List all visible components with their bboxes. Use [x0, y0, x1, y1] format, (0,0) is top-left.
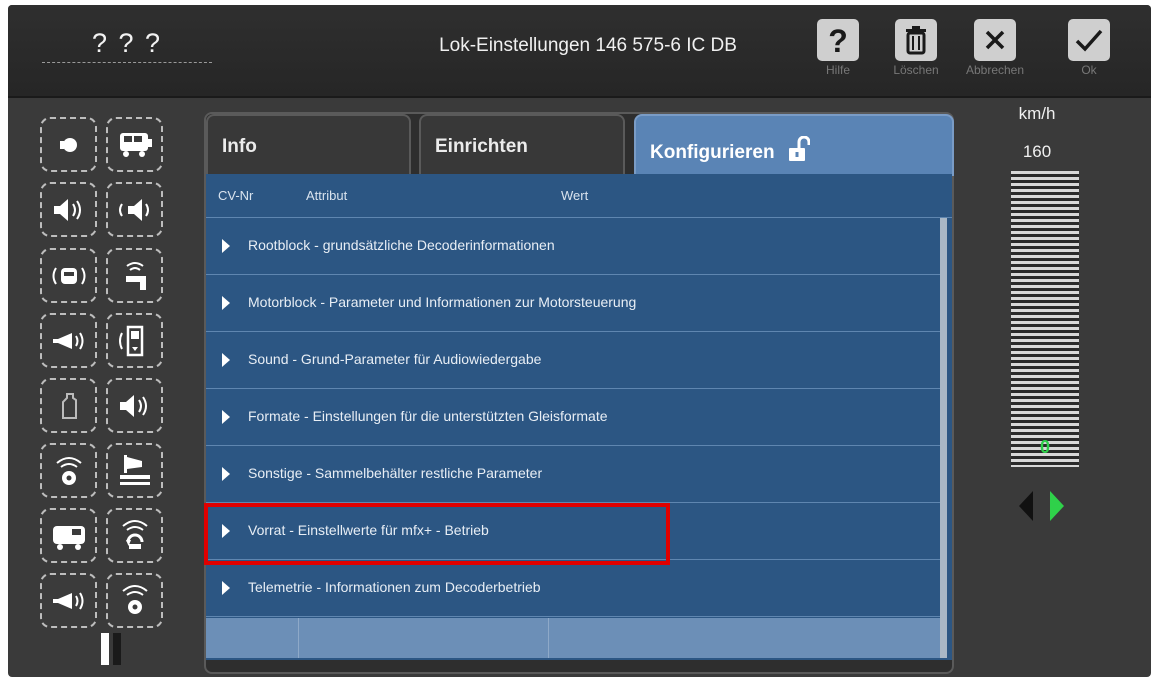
header-bar: ? ? ? Lok-Einstellungen 146 575-6 IC DB … [8, 5, 1151, 98]
table-row-rootblock[interactable]: Rootblock - grundsätzliche Decoderinform… [206, 218, 941, 275]
function-horn-button[interactable] [40, 313, 97, 368]
delete-label: Löschen [893, 63, 939, 77]
horn-icon [52, 331, 83, 350]
row-label: Motorblock - Parameter und Informationen… [248, 294, 637, 310]
function-sound-reverse-button[interactable] [106, 182, 163, 237]
function-announcement-button[interactable] [106, 378, 163, 433]
tab-einrichten[interactable]: Einrichten [419, 114, 625, 176]
function-page-indicator[interactable] [101, 633, 131, 665]
speed-max-label: 160 [1022, 142, 1052, 161]
app-frame: ? ? ? Lok-Einstellungen 146 575-6 IC DB … [8, 5, 1151, 677]
row-label: Sound - Grund-Parameter für Audiowiederg… [248, 351, 542, 367]
table-row-formate[interactable]: Formate - Einstellungen für die unterstü… [206, 389, 941, 446]
door-sound-icon [118, 325, 143, 356]
row-label: Telemetrie - Informationen zum Decoderbe… [248, 579, 541, 595]
expand-arrow-icon [222, 296, 230, 310]
close-icon [974, 19, 1016, 61]
whistle-icon [52, 591, 83, 610]
function-light-button[interactable] [40, 117, 97, 172]
sound-icon [53, 198, 81, 221]
direction-reverse-button[interactable] [1019, 491, 1033, 521]
function-locomotive-button[interactable] [106, 117, 163, 172]
unlock-icon [788, 135, 811, 161]
expand-arrow-icon [222, 524, 230, 538]
table-cell [206, 618, 299, 658]
ok-button[interactable]: Ok [1054, 19, 1124, 99]
expand-arrow-icon [222, 410, 230, 424]
shunting-icon [119, 454, 150, 485]
function-radio-wheel-button[interactable] [40, 443, 97, 498]
compressor-icon [121, 519, 148, 549]
speed-unit-label: km/h [1018, 104, 1056, 123]
function-sander-button[interactable] [106, 573, 163, 628]
expand-arrow-icon [222, 239, 230, 253]
function-door-button[interactable] [106, 313, 163, 368]
page-title: Lok-Einstellungen 146 575-6 IC DB [439, 35, 737, 56]
function-compressor-button[interactable] [106, 508, 163, 563]
page-indicator-active [101, 633, 109, 665]
trash-icon [895, 19, 937, 61]
settings-panel: Info Einrichten Konfigurieren CV-Nr Attr… [204, 112, 954, 674]
tab-info[interactable]: Info [206, 114, 411, 176]
function-sound-button[interactable] [40, 182, 97, 237]
radio-wheel-icon [55, 456, 82, 485]
column-header-attribut: Attribut [306, 188, 348, 203]
sander-icon [121, 584, 148, 614]
empty-function-icon [61, 392, 77, 419]
table-scrollbar[interactable] [940, 218, 947, 658]
function-coupler-button[interactable] [106, 248, 163, 303]
expand-arrow-icon [222, 467, 230, 481]
table-header: CV-Nr Attribut Wert [206, 174, 952, 218]
row-label: Formate - Einstellungen für die unterstü… [248, 408, 608, 424]
speed-slider[interactable] [1011, 171, 1079, 467]
radio-cab-icon [52, 266, 85, 285]
function-whistle-button[interactable] [40, 573, 97, 628]
table-row-motorblock[interactable]: Motorblock - Parameter und Informationen… [206, 275, 941, 332]
function-coach-button[interactable] [40, 508, 97, 563]
help-button[interactable]: ? Hilfe [803, 19, 873, 99]
cancel-button[interactable]: Abbrechen [960, 19, 1030, 99]
delete-button[interactable]: Löschen [881, 19, 951, 99]
svg-text:?: ? [828, 23, 848, 57]
row-label: Vorrat - Einstellwerte für mfx+ - Betrie… [248, 522, 489, 538]
table-row-empty[interactable] [206, 618, 941, 658]
coach-icon [52, 525, 85, 550]
checkmark-icon [1068, 19, 1110, 61]
sound-reverse-icon [118, 198, 149, 221]
help-label: Hilfe [825, 63, 850, 77]
tab-konfigurieren-label: Konfigurieren [650, 142, 775, 163]
ok-label: Ok [1081, 63, 1097, 77]
tab-konfigurieren[interactable]: Konfigurieren [634, 114, 954, 176]
loco-name-field[interactable]: ? ? ? [42, 23, 212, 63]
page-indicator-inactive [113, 633, 121, 665]
table-row-vorrat[interactable]: Vorrat - Einstellwerte für mfx+ - Betrie… [206, 503, 941, 560]
function-radio-cab-button[interactable] [40, 248, 97, 303]
expand-arrow-icon [222, 581, 230, 595]
table-row-sound[interactable]: Sound - Grund-Parameter für Audiowiederg… [206, 332, 941, 389]
cv-table: CV-Nr Attribut Wert Rootblock - grundsät… [206, 174, 952, 660]
table-cell [299, 618, 549, 658]
announcement-icon [119, 394, 147, 417]
row-label: Sonstige - Sammelbehälter restliche Para… [248, 465, 543, 481]
question-mark-icon: ? [817, 19, 859, 61]
column-header-wert: Wert [561, 188, 589, 203]
column-header-cv-nr: CV-Nr [218, 188, 254, 203]
locomotive-icon [119, 132, 152, 157]
expand-arrow-icon [222, 353, 230, 367]
row-label: Rootblock - grundsätzliche Decoderinform… [248, 237, 555, 253]
direction-forward-button[interactable] [1050, 491, 1064, 521]
function-shunting-button[interactable] [106, 443, 163, 498]
table-row-telemetrie[interactable]: Telemetrie - Informationen zum Decoderbe… [206, 560, 941, 617]
function-empty-button[interactable] [40, 378, 97, 433]
table-row-sonstige[interactable]: Sonstige - Sammelbehälter restliche Para… [206, 446, 941, 503]
light-icon [59, 137, 77, 152]
coupler-sound-icon [125, 261, 146, 290]
cancel-label: Abbrechen [965, 63, 1025, 77]
speed-current-value: 0 [1039, 437, 1050, 457]
